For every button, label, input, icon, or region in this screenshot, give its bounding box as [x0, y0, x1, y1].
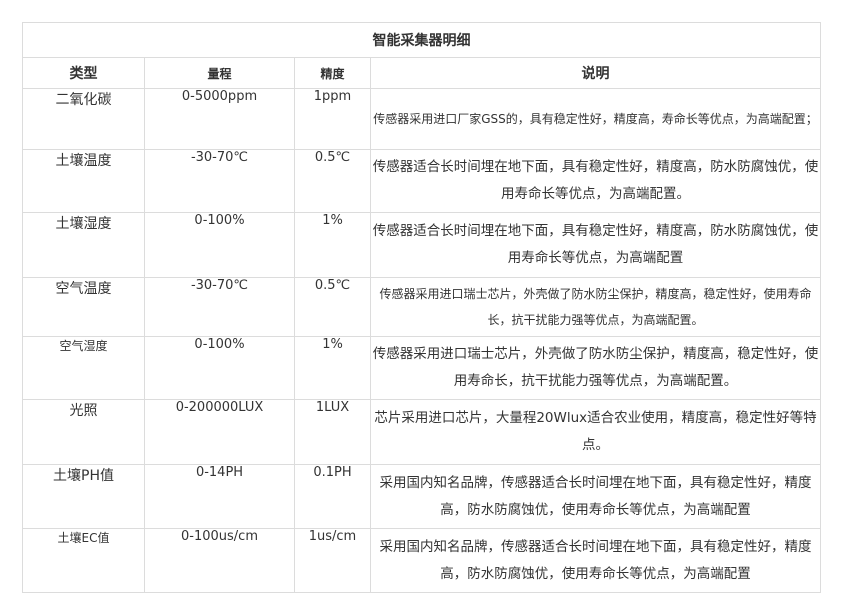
table-row: 土壤EC值 0-100us/cm 1us/cm 采用国内知名品牌，传感器适合长时… [22, 528, 821, 593]
table-row: 土壤PH值 0-14PH 0.1PH 采用国内知名品牌，传感器适合长时间埋在地下… [22, 464, 821, 529]
cell-range: 0-100us/cm [144, 528, 295, 593]
table-row: 光照 0-200000LUX 1LUX 芯片采用进口芯片，大量程20Wlux适合… [22, 399, 821, 465]
cell-description: 传感器采用进口瑞士芯片，外壳做了防水防尘保护，精度高，稳定性好，使用寿命长，抗干… [370, 277, 821, 337]
cell-description: 采用国内知名品牌，传感器适合长时间埋在地下面，具有稳定性好，精度高，防水防腐蚀优… [370, 528, 821, 593]
cell-description: 传感器适合长时间埋在地下面，具有稳定性好，精度高，防水防腐蚀优，使用寿命长等优点… [370, 149, 821, 213]
cell-description: 传感器采用进口瑞士芯片，外壳做了防水防尘保护，精度高，稳定性好，使用寿命长，抗干… [370, 336, 821, 400]
cell-range: -30-70℃ [144, 149, 295, 213]
cell-precision: 1us/cm [294, 528, 371, 593]
cell-description: 采用国内知名品牌，传感器适合长时间埋在地下面，具有稳定性好，精度高，防水防腐蚀优… [370, 464, 821, 529]
cell-precision: 0.5℃ [294, 277, 371, 337]
cell-type: 空气温度 [22, 277, 145, 337]
cell-precision: 0.1PH [294, 464, 371, 529]
cell-type: 二氧化碳 [22, 88, 145, 150]
cell-description: 传感器采用进口厂家GSS的，具有稳定性好，精度高，寿命长等优点，为高端配置； [370, 88, 821, 150]
collector-spec-table: 智能采集器明细 类型 量程 精度 说明 二氧化碳 0-5000ppm 1ppm … [22, 22, 821, 593]
header-description: 说明 [370, 57, 821, 89]
cell-precision: 1ppm [294, 88, 371, 150]
table-row: 空气湿度 0-100% 1% 传感器采用进口瑞士芯片，外壳做了防水防尘保护，精度… [22, 336, 821, 400]
cell-precision: 1LUX [294, 399, 371, 465]
cell-range: 0-14PH [144, 464, 295, 529]
header-precision: 精度 [294, 57, 371, 89]
header-range: 量程 [144, 57, 295, 89]
cell-range: 0-100% [144, 336, 295, 400]
table-row: 土壤湿度 0-100% 1% 传感器适合长时间埋在地下面，具有稳定性好，精度高，… [22, 212, 821, 278]
cell-description: 传感器适合长时间埋在地下面，具有稳定性好，精度高，防水防腐蚀优，使用寿命长等优点… [370, 212, 821, 278]
cell-type: 土壤湿度 [22, 212, 145, 278]
table-title: 智能采集器明细 [22, 22, 821, 58]
cell-range: -30-70℃ [144, 277, 295, 337]
table-header-row: 类型 量程 精度 说明 [22, 57, 821, 89]
table-row: 空气温度 -30-70℃ 0.5℃ 传感器采用进口瑞士芯片，外壳做了防水防尘保护… [22, 277, 821, 337]
cell-precision: 0.5℃ [294, 149, 371, 213]
cell-type: 土壤EC值 [22, 528, 145, 593]
cell-precision: 1% [294, 212, 371, 278]
cell-type: 光照 [22, 399, 145, 465]
cell-type: 空气湿度 [22, 336, 145, 400]
header-type: 类型 [22, 57, 145, 89]
cell-precision: 1% [294, 336, 371, 400]
cell-type: 土壤温度 [22, 149, 145, 213]
cell-range: 0-5000ppm [144, 88, 295, 150]
table-row: 土壤温度 -30-70℃ 0.5℃ 传感器适合长时间埋在地下面，具有稳定性好，精… [22, 149, 821, 213]
cell-type: 土壤PH值 [22, 464, 145, 529]
table-row: 二氧化碳 0-5000ppm 1ppm 传感器采用进口厂家GSS的，具有稳定性好… [22, 88, 821, 150]
cell-description: 芯片采用进口芯片，大量程20Wlux适合农业使用，精度高，稳定性好等特点。 [370, 399, 821, 465]
table-title-row: 智能采集器明细 [22, 22, 821, 58]
cell-range: 0-200000LUX [144, 399, 295, 465]
cell-range: 0-100% [144, 212, 295, 278]
